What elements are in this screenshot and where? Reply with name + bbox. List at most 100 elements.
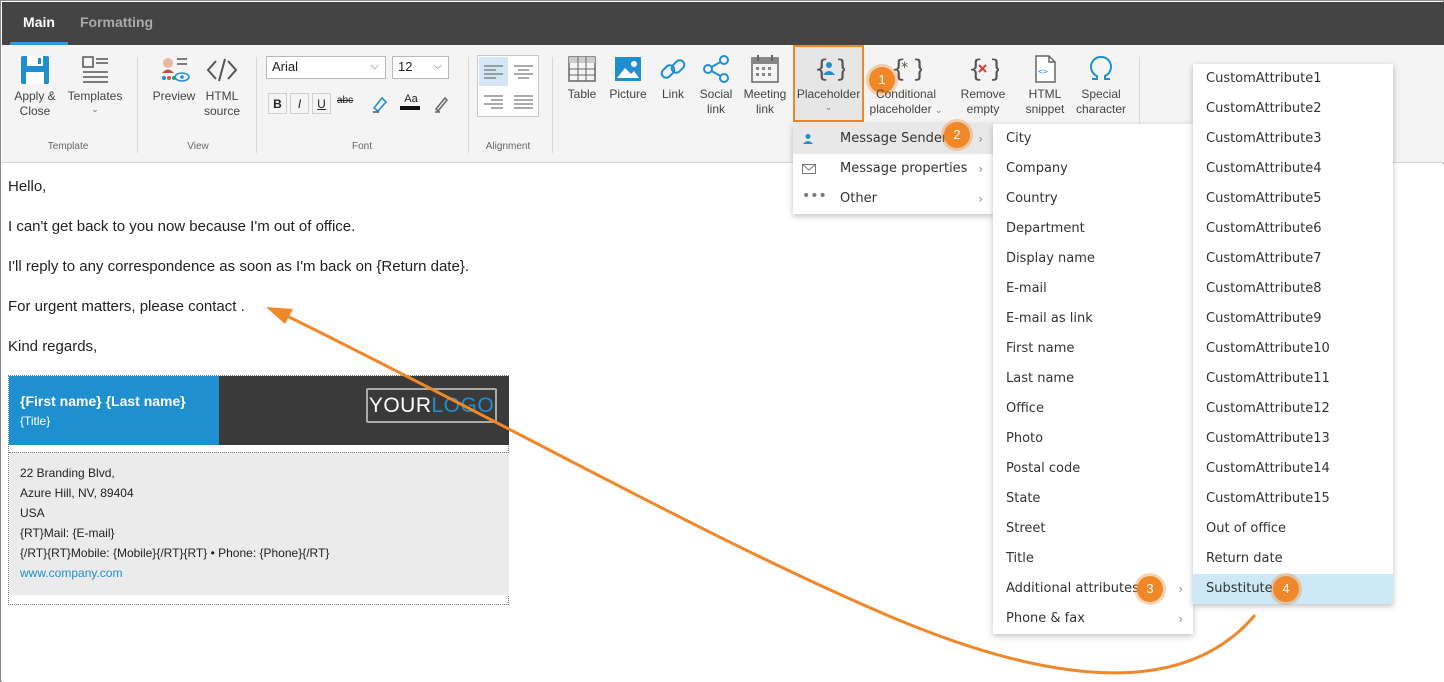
align-left-button[interactable] [479,57,508,86]
signature-website[interactable]: www.company.com [20,566,122,580]
menu-item-customattribute7[interactable]: CustomAttribute7 [1193,244,1393,274]
menu-item-label: CustomAttribute12 [1206,401,1330,416]
highlight-button[interactable] [370,94,390,119]
table-button[interactable]: Table [564,53,600,102]
menu-item-customattribute5[interactable]: CustomAttribute5 [1193,184,1393,214]
preview-icon [162,58,190,82]
special-character-button[interactable]: Special character [1075,53,1127,117]
font-size-select[interactable]: 12 ⌵ [392,56,449,79]
eraser-icon [434,96,449,113]
menu-item-customattribute2[interactable]: CustomAttribute2 [1193,94,1393,124]
link-button[interactable]: Link [656,53,690,102]
menu-item-postal-code[interactable]: Postal code [993,454,1193,484]
menu-item-display-name[interactable]: Display name [993,244,1193,274]
menu-item-department[interactable]: Department [993,214,1193,244]
templates-icon [82,56,108,83]
signature-country: USA [20,506,45,520]
menu-item-label: CustomAttribute9 [1206,311,1322,326]
remove-empty-button[interactable]: { } Remove empty [956,53,1010,117]
preview-button[interactable]: Preview [152,53,196,104]
align-right-button[interactable] [479,87,508,116]
align-center-button[interactable] [509,57,538,86]
menu-item-e-mail-as-link[interactable]: E-mail as link [993,304,1193,334]
tab-main[interactable]: Main [10,2,68,45]
conditional-placeholder-text: placeholder [869,102,932,116]
menu-item-label: CustomAttribute13 [1206,431,1330,446]
html-source-button[interactable]: HTML source [200,53,244,119]
menu-item-customattribute13[interactable]: CustomAttribute13 [1193,424,1393,454]
menu-item-label: CustomAttribute11 [1206,371,1330,386]
menu-item-customattribute12[interactable]: CustomAttribute12 [1193,394,1393,424]
menu-item-label: CustomAttribute8 [1206,281,1322,296]
menu-item-customattribute15[interactable]: CustomAttribute15 [1193,484,1393,514]
code-icon [206,58,238,82]
menu-item-customattribute4[interactable]: CustomAttribute4 [1193,154,1393,184]
menu-item-return-date[interactable]: Return date [1193,544,1393,574]
menu-item-other[interactable]: ••• Other › [793,184,993,214]
menu-item-label: CustomAttribute7 [1206,251,1322,266]
italic-button[interactable]: I [290,93,309,114]
font-color-label: Aa [404,93,418,105]
menu-item-customattribute14[interactable]: CustomAttribute14 [1193,454,1393,484]
align-justify-button[interactable] [509,87,538,116]
menu-item-label: CustomAttribute5 [1206,191,1322,206]
font-color-button[interactable]: Aa [400,93,422,110]
menu-item-label: Display name [1006,251,1095,266]
apply-close-button[interactable]: Apply & Close [12,53,58,119]
menu-item-message-properties[interactable]: Message properties › [793,154,993,184]
menu-item-out-of-office[interactable]: Out of office [1193,514,1393,544]
menu-item-customattribute3[interactable]: CustomAttribute3 [1193,124,1393,154]
meeting-link-button[interactable]: Meeting link [742,53,788,117]
bold-button[interactable]: B [268,93,287,114]
strikethrough-button[interactable]: abc [337,95,353,106]
html-snippet-button[interactable]: <> HTML snippet [1020,53,1070,117]
menu-item-last-name[interactable]: Last name [993,364,1193,394]
menu-item-label: CustomAttribute1 [1206,71,1322,86]
font-color-swatch [400,106,420,110]
calendar-icon [751,55,779,83]
tab-main-label: Main [23,14,55,30]
conditional-placeholder-button[interactable]: { } * Conditional placeholder ⌄ [868,53,944,118]
apply-close-label-1: Apply & [14,89,56,103]
menu-item-state[interactable]: State [993,484,1193,514]
menu-item-country[interactable]: Country [993,184,1193,214]
menu-item-customattribute1[interactable]: CustomAttribute1 [1193,64,1393,94]
signature-name: {First name} {Last name} [20,393,186,409]
chevron-down-icon: ⌄ [934,105,943,115]
clear-format-button[interactable] [432,94,450,119]
picture-button[interactable]: Picture [606,53,650,102]
signature-details: 22 Branding Blvd, Azure Hill, NV, 89404 … [9,452,509,595]
menu-item-additional-attributes[interactable]: Additional attributes › [993,574,1193,604]
menu-item-office[interactable]: Office [993,394,1193,424]
menu-item-street[interactable]: Street [993,514,1193,544]
menu-item-company[interactable]: Company [993,154,1193,184]
menu-item-customattribute6[interactable]: CustomAttribute6 [1193,214,1393,244]
step-badge-3-text: 3 [1146,581,1154,596]
menu-item-label: Phone & fax [1006,611,1085,626]
menu-item-city[interactable]: City [993,124,1193,154]
underline-button[interactable]: U [312,93,331,114]
tab-formatting[interactable]: Formatting [80,2,153,45]
social-link-button[interactable]: Social link [697,53,735,117]
templates-button[interactable]: Templates ⌄ [66,53,124,114]
menu-item-label: Return date [1206,551,1283,566]
menu-item-photo[interactable]: Photo [993,424,1193,454]
step-badge-4-text: 4 [1282,581,1290,596]
menu-item-label: CustomAttribute10 [1206,341,1330,356]
menu-item-customattribute8[interactable]: CustomAttribute8 [1193,274,1393,304]
placeholder-button[interactable]: { } Placeholder ⌄ [795,53,862,112]
signature-address-2: Azure Hill, NV, 89404 [20,486,134,500]
menu-item-customattribute11[interactable]: CustomAttribute11 [1193,364,1393,394]
menu-item-label: Last name [1006,371,1075,386]
additional-attributes-menu: CustomAttribute1 CustomAttribute2 CustomAt… [1193,64,1393,604]
menu-item-phone-fax[interactable]: Phone & fax › [993,604,1193,634]
font-family-select[interactable]: Arial ⌵ [266,56,386,79]
menu-item-label: Photo [1006,431,1044,446]
menu-item-first-name[interactable]: First name [993,334,1193,364]
menu-item-label: Message Sender [840,131,948,146]
menu-item-customattribute9[interactable]: CustomAttribute9 [1193,304,1393,334]
special-character-label-1: Special [1081,87,1121,101]
menu-item-e-mail[interactable]: E-mail [993,274,1193,304]
menu-item-title[interactable]: Title [993,544,1193,574]
menu-item-customattribute10[interactable]: CustomAttribute10 [1193,334,1393,364]
